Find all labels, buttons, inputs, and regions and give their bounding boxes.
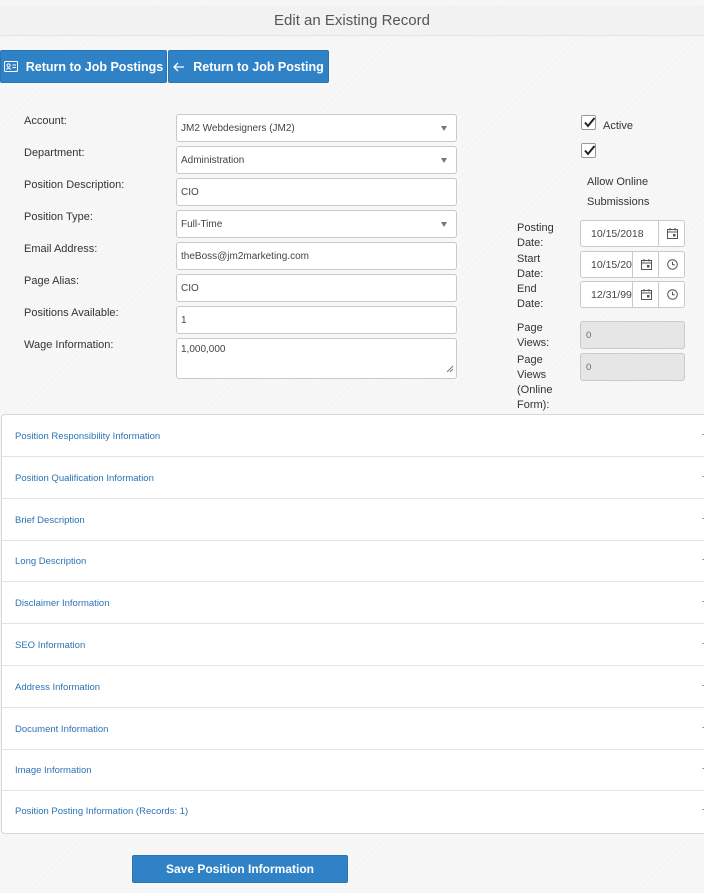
section-address[interactable]: Address Information +	[2, 666, 704, 708]
position-type-label: Position Type:	[24, 211, 93, 223]
section-title: Long Description	[15, 556, 87, 567]
calendar-icon[interactable]	[632, 282, 659, 307]
section-title: Brief Description	[15, 515, 85, 526]
section-image[interactable]: Image Information +	[2, 750, 704, 791]
section-title: Disclaimer Information	[15, 598, 110, 609]
wage-value: 1,000,000	[181, 344, 226, 355]
return-to-job-posting-button[interactable]: Return to Job Posting	[168, 50, 329, 83]
start-date-label-line1: Start	[517, 253, 541, 265]
page-views-online-label-line1: Page	[517, 354, 543, 366]
posting-date-label-line1: Posting	[517, 222, 554, 234]
section-long-description[interactable]: Long Description +	[2, 541, 704, 582]
position-description-input[interactable]: CIO	[176, 178, 457, 206]
sections-accordion: Position Responsibility Information + Po…	[1, 414, 704, 834]
page-views-label-line2: Views:	[517, 337, 550, 349]
page-views-online-label-line2: Views	[517, 369, 547, 381]
account-select[interactable]: JM2 Webdesigners (JM2)	[176, 114, 457, 142]
end-date-picker[interactable]: 12/31/9999	[580, 281, 685, 308]
posting-date-label-line2: Date:	[517, 237, 544, 249]
section-disclaimer[interactable]: Disclaimer Information +	[2, 582, 704, 624]
page-alias-input[interactable]: CIO	[176, 274, 457, 302]
wage-label: Wage Information:	[24, 339, 114, 351]
active-label: Active	[603, 120, 633, 132]
resize-handle-icon[interactable]	[446, 365, 454, 376]
save-position-label: Save Position Information	[165, 862, 315, 876]
posting-date-picker[interactable]: 10/15/2018	[580, 220, 685, 247]
email-label: Email Address:	[24, 243, 98, 255]
active-checkbox[interactable]	[581, 115, 596, 130]
account-label: Account:	[24, 115, 67, 127]
department-label: Department:	[24, 147, 85, 159]
page-views-online-label-line4: Form):	[517, 399, 550, 411]
clock-icon[interactable]	[658, 282, 684, 307]
section-brief-description[interactable]: Brief Description +	[2, 499, 704, 541]
department-value: Administration	[181, 154, 245, 166]
arrow-left-icon	[173, 62, 185, 72]
page-views-field: 0	[580, 321, 685, 349]
allow-online-checkbox[interactable]	[581, 143, 596, 158]
section-title: Address Information	[15, 682, 101, 693]
page-title: Edit an Existing Record	[0, 6, 704, 36]
start-date-label-line2: Date:	[517, 268, 544, 280]
position-type-value: Full-Time	[181, 218, 223, 230]
email-input[interactable]: theBoss@jm2marketing.com	[176, 242, 457, 270]
checkmark-icon	[584, 117, 596, 128]
section-document[interactable]: Document Information +	[2, 708, 704, 750]
section-seo[interactable]: SEO Information +	[2, 624, 704, 666]
page-alias-value: CIO	[181, 282, 199, 294]
section-title: Position Posting Information (Records: 1…	[15, 806, 189, 817]
page-alias-label: Page Alias:	[24, 275, 80, 287]
section-title: Position Responsibility Information	[15, 431, 161, 442]
section-position-responsibility[interactable]: Position Responsibility Information +	[2, 415, 704, 457]
save-position-button[interactable]: Save Position Information	[132, 855, 348, 883]
position-description-value: CIO	[181, 186, 199, 198]
email-value: theBoss@jm2marketing.com	[181, 250, 309, 262]
end-date-label-line1: End	[517, 283, 537, 295]
posting-date-value: 10/15/2018	[591, 228, 644, 240]
start-date-picker[interactable]: 10/15/2018	[580, 251, 685, 278]
return-to-job-posting-label: Return to Job Posting	[193, 59, 324, 74]
page-views-online-field: 0	[580, 353, 685, 381]
return-to-job-postings-button[interactable]: Return to Job Postings	[0, 50, 167, 83]
section-position-posting[interactable]: Position Posting Information (Records: 1…	[2, 791, 704, 833]
checkmark-icon	[584, 145, 596, 156]
allow-online-label-line1: Allow Online	[587, 176, 649, 188]
allow-online-label-line2: Submissions	[587, 196, 650, 208]
section-title: Document Information	[15, 724, 109, 735]
section-title: Image Information	[15, 765, 92, 776]
chevron-down-icon	[441, 222, 447, 227]
end-date-label-line2: Date:	[517, 298, 544, 310]
department-select[interactable]: Administration	[176, 146, 457, 174]
page-views-label-line1: Page	[517, 322, 543, 334]
section-position-qualification[interactable]: Position Qualification Information +	[2, 457, 704, 499]
calendar-icon[interactable]	[658, 221, 684, 246]
positions-available-input[interactable]: 1	[176, 306, 457, 334]
id-card-icon	[3, 61, 18, 72]
section-title: SEO Information	[15, 640, 86, 651]
positions-available-label: Positions Available:	[24, 307, 119, 319]
wage-textarea[interactable]: 1,000,000	[176, 338, 457, 379]
return-to-job-postings-label: Return to Job Postings	[25, 59, 164, 74]
positions-available-value: 1	[181, 314, 187, 326]
page-views-online-label-line3: (Online	[517, 384, 553, 396]
position-description-label: Position Description:	[24, 179, 125, 191]
position-type-select[interactable]: Full-Time	[176, 210, 457, 238]
calendar-icon[interactable]	[632, 252, 659, 277]
section-title: Position Qualification Information	[15, 473, 154, 484]
account-value: JM2 Webdesigners (JM2)	[181, 122, 295, 134]
chevron-down-icon	[441, 126, 447, 131]
clock-icon[interactable]	[658, 252, 684, 277]
chevron-down-icon	[441, 158, 447, 163]
